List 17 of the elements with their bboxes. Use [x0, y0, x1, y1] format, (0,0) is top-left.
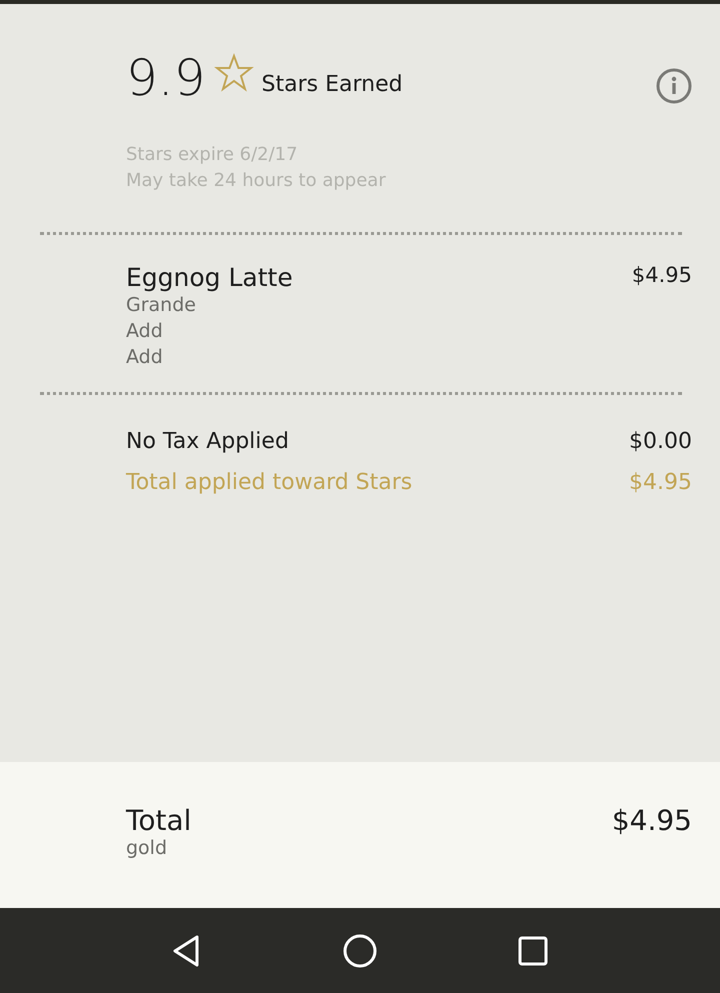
home-icon[interactable]	[342, 932, 378, 968]
stars-count: 9.9	[126, 53, 206, 103]
item-modifier: Add	[126, 319, 164, 344]
item-modifier: Add	[126, 345, 164, 370]
item-price: $4.95	[632, 263, 692, 289]
stars-label: Stars Earned	[262, 72, 403, 96]
star-icon	[214, 53, 254, 93]
total-label: Total	[126, 804, 192, 837]
summary-amount: $0.00	[629, 429, 692, 454]
summary-label: Total applied toward Stars	[126, 470, 412, 495]
item-modifier: Grande	[126, 293, 197, 318]
total-amount: $4.95	[612, 804, 692, 839]
info-icon[interactable]	[656, 68, 692, 104]
total-sublabel: gold	[126, 837, 168, 859]
summary-amount: $4.95	[629, 470, 692, 495]
summary-label: No Tax Applied	[126, 429, 289, 454]
item-name: Eggnog Latte	[126, 263, 293, 292]
